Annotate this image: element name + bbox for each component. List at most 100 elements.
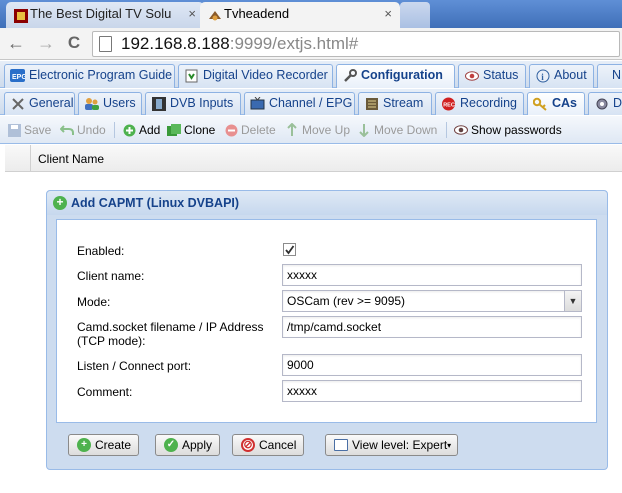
chevron-down-icon[interactable]: ▼ bbox=[564, 291, 581, 311]
add-icon: + bbox=[77, 438, 91, 452]
toolbar-divider bbox=[446, 122, 447, 138]
grid-header: Client Name bbox=[5, 145, 622, 172]
tab-label: CAs bbox=[552, 96, 578, 110]
tab-d[interactable]: D bbox=[588, 92, 622, 115]
tvheadend-favicon-icon bbox=[208, 7, 222, 21]
main-tab-bar: EPG Electronic Program Guide Digital Vid… bbox=[0, 61, 622, 88]
arrow-down-icon bbox=[357, 123, 371, 137]
apply-button[interactable]: ✓ Apply bbox=[155, 434, 221, 456]
users-icon bbox=[84, 96, 99, 111]
save-button[interactable]: Save bbox=[6, 122, 51, 138]
cancel-button[interactable]: ⊘ Cancel bbox=[232, 434, 305, 456]
eye-icon bbox=[464, 68, 479, 83]
tab-dvr[interactable]: Digital Video Recorder bbox=[178, 64, 333, 88]
close-tab-icon[interactable]: × bbox=[384, 2, 392, 26]
checkmark-icon bbox=[285, 245, 295, 255]
epg-icon: EPG bbox=[10, 68, 25, 83]
select-all-column[interactable] bbox=[5, 145, 31, 172]
back-arrow-icon[interactable]: ← bbox=[6, 34, 26, 54]
tab-label: Users bbox=[103, 96, 136, 110]
client-name-label: Client name: bbox=[77, 269, 145, 283]
add-icon: + bbox=[53, 196, 67, 210]
address-bar[interactable]: 192.168.8.188:9999/extjs.html# bbox=[92, 31, 620, 57]
tab-recording[interactable]: REC Recording bbox=[435, 92, 524, 115]
browser-tab-best-digital-tv[interactable]: The Best Digital TV Solu × bbox=[6, 2, 204, 28]
tab-label: Electronic Program Guide bbox=[29, 68, 173, 82]
port-input[interactable]: 9000 bbox=[282, 354, 582, 376]
camd-socket-input[interactable]: /tmp/camd.socket bbox=[282, 316, 582, 338]
cancel-icon: ⊘ bbox=[241, 438, 255, 452]
mode-value: OSCam (rev >= 9095) bbox=[287, 294, 406, 308]
tab-channel-epg[interactable]: Channel / EPG bbox=[244, 92, 355, 115]
rec-icon: REC bbox=[441, 96, 456, 111]
tab-status[interactable]: Status bbox=[458, 64, 526, 88]
create-button[interactable]: + Create bbox=[68, 434, 140, 456]
move-up-button[interactable]: Move Up bbox=[284, 122, 350, 138]
enabled-checkbox[interactable] bbox=[283, 243, 296, 256]
tv-icon bbox=[250, 96, 265, 111]
undo-button[interactable]: Undo bbox=[59, 122, 106, 138]
add-button[interactable]: Add bbox=[121, 122, 160, 138]
tab-epg[interactable]: EPG Electronic Program Guide bbox=[4, 64, 175, 88]
page-icon bbox=[99, 36, 112, 52]
view-level-label: View level: Expert bbox=[352, 438, 448, 452]
browser-tab-title: The Best Digital TV Solu bbox=[30, 6, 172, 21]
url-path: :9999/extjs.html# bbox=[229, 34, 359, 53]
tab-configuration[interactable]: Configuration bbox=[336, 64, 455, 88]
undo-icon bbox=[60, 123, 74, 137]
add-icon bbox=[122, 123, 136, 137]
delete-button[interactable]: Delete bbox=[223, 122, 276, 138]
delete-icon bbox=[224, 123, 238, 137]
cancel-label: Cancel bbox=[259, 438, 297, 452]
browser-tab-tvheadend[interactable]: Tvheadend × bbox=[200, 2, 400, 28]
browser-tab-title: Tvheadend bbox=[224, 6, 290, 21]
tab-users[interactable]: Users bbox=[78, 92, 142, 115]
config-tab-bar: General Users DVB Inputs Channel / EPG S… bbox=[0, 89, 622, 115]
apply-label: Apply bbox=[182, 438, 213, 452]
toolbar-divider bbox=[114, 122, 115, 138]
tab-label: Channel / EPG bbox=[269, 96, 353, 110]
new-tab-button[interactable] bbox=[400, 2, 430, 28]
film-icon bbox=[151, 96, 166, 111]
mode-select[interactable]: OSCam (rev >= 9095) ▼ bbox=[282, 290, 582, 312]
show-passwords-button[interactable]: Show passwords bbox=[453, 122, 562, 138]
comment-input[interactable]: xxxxx bbox=[282, 380, 582, 402]
column-header-client-name[interactable]: Client Name bbox=[38, 152, 104, 166]
tab-label: DVB Inputs bbox=[170, 96, 234, 110]
check-icon: ✓ bbox=[164, 438, 178, 452]
tab-dvb-inputs[interactable]: DVB Inputs bbox=[145, 92, 241, 115]
tab-label: D bbox=[613, 96, 622, 110]
tab-label: Stream bbox=[383, 96, 424, 110]
arrow-up-icon bbox=[285, 123, 299, 137]
tab-general[interactable]: General bbox=[4, 92, 75, 115]
clone-button[interactable]: Clone bbox=[166, 122, 215, 138]
client-name-input[interactable]: xxxxx bbox=[282, 264, 582, 286]
svg-text:REC: REC bbox=[443, 102, 455, 108]
tab-label: Recording bbox=[460, 96, 517, 110]
browser-tab-strip: The Best Digital TV Solu × Tvheadend × bbox=[0, 0, 622, 28]
tab-label: N bbox=[612, 68, 622, 82]
view-level-button[interactable]: View level: Expert▾ bbox=[325, 434, 459, 456]
dialog-title: Add CAPMT (Linux DVBAPI) bbox=[71, 196, 240, 210]
action-toolbar: Save Undo Add Clone Delete Move Up Move … bbox=[0, 116, 622, 144]
forward-arrow-icon[interactable]: → bbox=[36, 34, 56, 54]
dialog-form: Enabled: Client name: xxxxx Mode: OSCam … bbox=[56, 219, 597, 423]
tab-label: Digital Video Recorder bbox=[203, 68, 328, 82]
list-icon bbox=[334, 439, 348, 451]
camd-socket-label: Camd.socket filename / IP Address (TCP m… bbox=[77, 320, 264, 348]
clone-label: Clone bbox=[184, 123, 216, 137]
move-down-button[interactable]: Move Down bbox=[356, 122, 437, 138]
eye-icon bbox=[454, 123, 468, 137]
tab-label: Configuration bbox=[361, 68, 443, 82]
enabled-label: Enabled: bbox=[77, 244, 125, 258]
dropdown-arrow-icon: ▾ bbox=[447, 441, 452, 450]
close-tab-icon[interactable]: × bbox=[188, 2, 196, 26]
tab-stream[interactable]: Stream bbox=[358, 92, 432, 115]
tab-more[interactable]: N bbox=[597, 64, 622, 88]
dialog-title-bar[interactable]: + Add CAPMT (Linux DVBAPI) bbox=[47, 191, 607, 215]
tab-cas[interactable]: CAs bbox=[527, 92, 585, 115]
tab-label: About bbox=[554, 68, 587, 82]
reload-icon[interactable]: C bbox=[64, 34, 84, 54]
tab-about[interactable]: i About bbox=[529, 64, 594, 88]
create-label: Create bbox=[95, 438, 132, 452]
